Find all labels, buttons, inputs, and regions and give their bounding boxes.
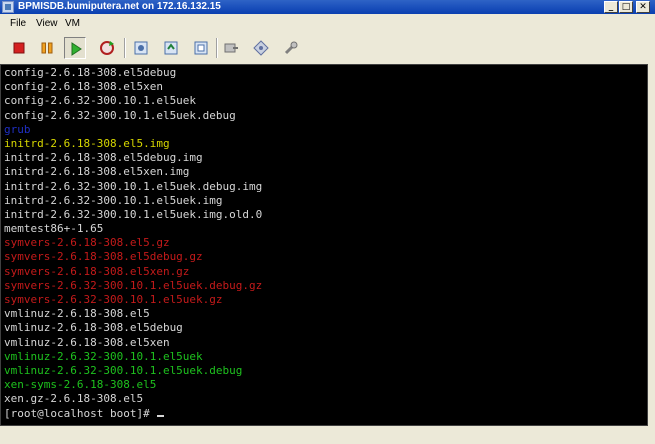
console-line: xen.gz-2.6.18-308.el5: [4, 392, 144, 406]
minimize-button[interactable]: _: [604, 1, 618, 13]
console-line: initrd-2.6.18-308.el5.img: [4, 136, 170, 150]
settings-button[interactable]: [250, 37, 272, 59]
toolbar: [0, 34, 655, 64]
vmware-console-icon: [2, 1, 14, 13]
console-line: vmlinuz-2.6.32-300.10.1.el5uek.debug: [4, 363, 243, 377]
shell-prompt-line: [root@localhost boot]#: [4, 407, 647, 421]
connect-devices-button[interactable]: [220, 37, 242, 59]
console-line: memtest86+-1.65: [4, 222, 104, 236]
power-off-button[interactable]: [8, 37, 30, 59]
refresh-arrows-icon: [100, 41, 114, 55]
revert-icon: [164, 41, 178, 55]
pause-bars-orange-icon: [41, 42, 53, 54]
menu-bar: File View VM: [0, 14, 655, 34]
play-triangle-green-icon: [71, 42, 82, 56]
console-line: config-2.6.18-308.el5xen: [4, 80, 163, 94]
toolbar-separator: [216, 38, 218, 58]
console-line: initrd-2.6.32-300.10.1.el5uek.img: [4, 193, 223, 207]
console-line: symvers-2.6.18-308.el5.gz: [4, 236, 170, 250]
console-line: vmlinuz-2.6.18-308.el5xen: [4, 335, 170, 349]
suspend-button[interactable]: [36, 37, 58, 59]
console-line: initrd-2.6.32-300.10.1.el5uek.img.old.0: [4, 207, 263, 221]
console-line: symvers-2.6.32-300.10.1.el5uek.debug.gz: [4, 278, 263, 292]
shell-prompt: [root@localhost boot]#: [4, 406, 157, 420]
snapshot-manager-icon: [194, 41, 208, 55]
console-line: symvers-2.6.18-308.el5debug.gz: [4, 250, 203, 264]
reset-button[interactable]: [96, 37, 118, 59]
window-right-edge: [648, 64, 655, 444]
text-cursor: [157, 414, 165, 417]
settings-icon: [253, 40, 269, 56]
status-area: [0, 426, 655, 444]
console-output: config-2.6.18-308.el5debug config-2.6.18-…: [1, 65, 647, 421]
console-line: initrd-2.6.18-308.el5xen.img: [4, 165, 190, 179]
snapshot-manager-button[interactable]: [190, 37, 212, 59]
console-line: symvers-2.6.32-300.10.1.el5uek.gz: [4, 293, 223, 306]
console-line: config-2.6.18-308.el5debug: [4, 66, 177, 79]
console-line: vmlinuz-2.6.18-308.el5: [4, 307, 150, 321]
console-line: vmlinuz-2.6.18-308.el5debug: [4, 321, 183, 335]
toolbar-separator: [124, 38, 126, 58]
console-line: config-2.6.32-300.10.1.el5uek.debug: [4, 108, 236, 122]
close-button[interactable]: ✕: [636, 1, 650, 13]
console-line: config-2.6.32-300.10.1.el5uek: [4, 94, 197, 108]
menu-vm[interactable]: VM: [65, 18, 80, 29]
stop-square-red-icon: [13, 42, 25, 54]
window-title: BPMISDB.bumiputera.net on 172.16.132.15: [18, 1, 221, 12]
maximize-button[interactable]: □: [619, 1, 633, 13]
power-on-button[interactable]: [64, 37, 86, 59]
console-line: symvers-2.6.18-308.el5xen.gz: [4, 264, 190, 278]
device-icon: [224, 43, 238, 53]
snapshot-button[interactable]: [130, 37, 152, 59]
revert-snapshot-button[interactable]: [160, 37, 182, 59]
console-line: vmlinuz-2.6.32-300.10.1.el5uek: [4, 349, 203, 363]
console-line: initrd-2.6.32-300.10.1.el5uek.debug.img: [4, 179, 263, 193]
console-line: xen-syms-2.6.18-308.el5: [4, 378, 157, 392]
vm-console-screen[interactable]: config-2.6.18-308.el5debug config-2.6.18-…: [0, 64, 648, 426]
wrench-icon: [284, 41, 298, 55]
menu-view[interactable]: View: [36, 18, 58, 29]
snapshot-icon: [134, 41, 148, 55]
title-bar: BPMISDB.bumiputera.net on 172.16.132.15 …: [0, 0, 655, 14]
menu-file[interactable]: File: [10, 18, 26, 29]
wrench-button[interactable]: [280, 37, 302, 59]
console-line: grub: [4, 122, 31, 136]
console-line: initrd-2.6.18-308.el5debug.img: [4, 151, 203, 165]
